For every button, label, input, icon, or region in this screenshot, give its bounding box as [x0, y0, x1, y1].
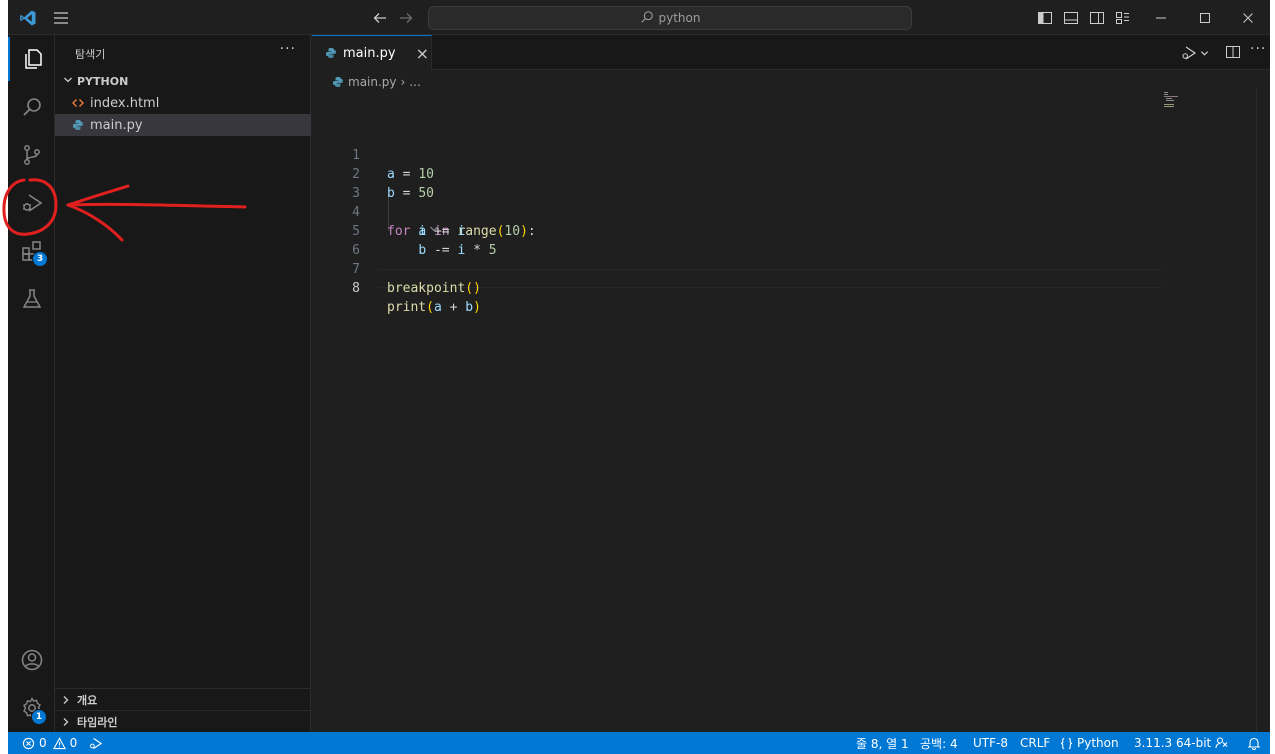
code-line: 7 breakpoint(): [312, 241, 1162, 296]
line-number: 8: [352, 281, 360, 296]
source-control-icon[interactable]: [8, 133, 55, 177]
timeline-section[interactable]: 타임라인: [55, 710, 311, 732]
minimize-icon[interactable]: [1149, 6, 1173, 30]
file-name: index.html: [90, 95, 160, 111]
breadcrumb: main.py › ...: [332, 73, 421, 91]
breadcrumb-separator: ›: [400, 75, 406, 89]
editor-more-actions-icon[interactable]: ···: [1250, 41, 1268, 59]
file-main-py[interactable]: main.py: [55, 114, 311, 136]
code-line: 3 for i in range(10):: [312, 165, 1162, 239]
python-file-icon: [72, 119, 84, 131]
maximize-icon[interactable]: [1193, 6, 1217, 30]
menu-icon[interactable]: [50, 7, 72, 29]
breadcrumb-more[interactable]: ...: [409, 75, 420, 89]
code-line: 4 a += i: [312, 184, 1162, 239]
code-line: 2 b = 50: [312, 146, 1162, 201]
manage-badge: 1: [31, 709, 47, 725]
breadcrumb-file[interactable]: main.py: [348, 75, 397, 89]
vscode-logo-icon: [17, 7, 39, 29]
editor-area: main.py × ··· main.py › ... 1 a = 10 2 b…: [312, 35, 1270, 732]
run-debug-dropdown-icon[interactable]: [1180, 43, 1214, 63]
search-icon: [640, 10, 654, 27]
title-bar: python: [8, 0, 1270, 35]
split-editor-icon[interactable]: [1225, 44, 1243, 62]
problems-indicator[interactable]: 0 0: [22, 732, 77, 754]
python-file-icon: [332, 76, 344, 88]
tab-main-py[interactable]: main.py ×: [312, 35, 432, 70]
manage-gear-icon[interactable]: 1: [8, 686, 55, 730]
run-and-debug-icon[interactable]: [8, 181, 55, 225]
accounts-icon[interactable]: [8, 638, 55, 682]
code-line: 6: [312, 222, 1162, 258]
chevron-right-icon: [61, 695, 71, 705]
command-center-search[interactable]: python: [428, 6, 912, 30]
explorer-sidebar: 탐색기 ··· PYTHON index.html main.py 개요 타임라…: [55, 35, 311, 732]
file-index-html[interactable]: index.html: [55, 92, 311, 114]
minimap[interactable]: [1164, 92, 1192, 116]
activity-bar: 3 1: [8, 35, 55, 732]
python-file-icon: [325, 47, 337, 59]
editor-tab-bar: main.py × ···: [312, 35, 1270, 70]
code-line: 5 b -= i * 5: [312, 203, 1162, 258]
vertical-scrollbar[interactable]: [1256, 88, 1270, 732]
language-label: Python: [1077, 736, 1119, 750]
customize-layout-icon[interactable]: [1113, 8, 1133, 28]
close-tab-icon[interactable]: ×: [416, 44, 429, 63]
debug-status-icon[interactable]: [88, 732, 103, 754]
warning-count: 0: [69, 736, 78, 750]
line-ending[interactable]: CRLF: [1020, 732, 1050, 754]
file-name: main.py: [90, 117, 143, 133]
extensions-badge: 3: [32, 251, 48, 267]
toggle-primary-sidebar-icon[interactable]: [1035, 8, 1055, 28]
html-file-icon: [72, 97, 84, 109]
forward-arrow-icon[interactable]: [396, 8, 416, 28]
more-actions-button[interactable]: ···: [280, 41, 296, 57]
toggle-panel-icon[interactable]: [1061, 8, 1081, 28]
explorer-title: 탐색기: [75, 48, 106, 61]
back-arrow-icon[interactable]: [370, 8, 390, 28]
testing-flask-icon[interactable]: [8, 277, 55, 321]
timeline-label: 타임라인: [77, 715, 118, 729]
search-text: python: [658, 11, 701, 25]
code-line: 1 a = 10: [312, 127, 1162, 182]
python-interpreter[interactable]: 3.11.3 64-bit: [1134, 732, 1211, 754]
notifications-bell-icon[interactable]: [1247, 732, 1261, 754]
extensions-icon[interactable]: 3: [8, 229, 55, 273]
outline-section[interactable]: 개요: [55, 688, 311, 710]
error-icon: [22, 737, 35, 750]
braces-icon: [1060, 737, 1073, 750]
explorer-icon[interactable]: [8, 37, 55, 81]
vscode-window: python 3 1 탐색기 ··· PYTHON index.html mai…: [8, 0, 1270, 754]
close-window-icon[interactable]: [1236, 6, 1260, 30]
chevron-down-icon: [63, 75, 73, 88]
code-text: breakpoint(): [387, 281, 481, 296]
code-line: 8 print(a + b): [312, 260, 1162, 315]
toggle-secondary-sidebar-icon[interactable]: [1087, 8, 1107, 28]
folder-name: PYTHON: [77, 74, 129, 88]
warning-icon: [52, 736, 66, 750]
chevron-right-icon: [61, 717, 71, 727]
cursor-position[interactable]: 줄 8, 열 1: [856, 732, 909, 754]
status-bar: 0 0 줄 8, 열 1 공백: 4 UTF-8 CRLF Python 3.1…: [8, 732, 1270, 754]
indentation[interactable]: 공백: 4: [920, 732, 958, 754]
error-count: 0: [39, 736, 47, 750]
encoding[interactable]: UTF-8: [973, 732, 1008, 754]
tab-label: main.py: [343, 45, 396, 61]
search-icon[interactable]: [8, 85, 55, 129]
outline-label: 개요: [77, 693, 98, 707]
feedback-icon[interactable]: [1215, 732, 1229, 754]
language-mode[interactable]: Python: [1060, 732, 1119, 754]
code-text: print(a + b): [387, 300, 481, 315]
folder-python[interactable]: PYTHON: [55, 70, 311, 92]
